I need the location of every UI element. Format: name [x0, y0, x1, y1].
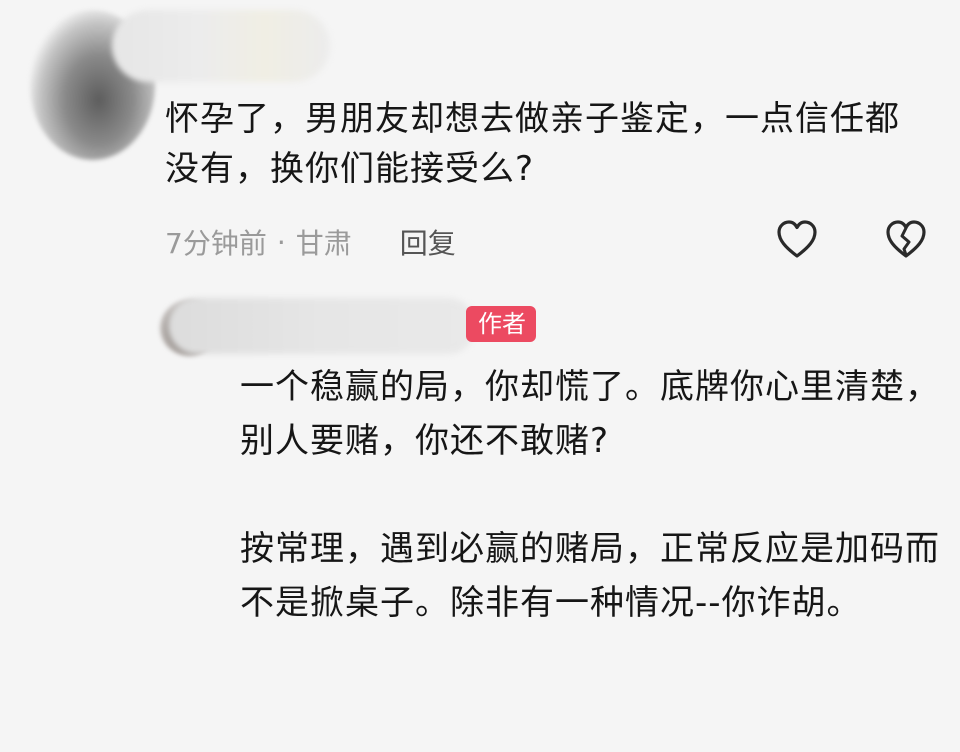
timestamp: 7分钟前	[165, 227, 267, 260]
author-badge: 作者	[466, 306, 536, 342]
location: 甘肃	[295, 227, 352, 260]
heart-icon[interactable]	[775, 218, 819, 262]
reply-username-blurred[interactable]	[168, 298, 476, 354]
separator: ·	[276, 225, 286, 259]
comment-thread: 怀孕了，男朋友却想去做亲子鉴定，一点信任都没有，换你们能接受么? 7分钟前 · …	[0, 0, 960, 752]
username-blurred[interactable]	[112, 10, 330, 82]
reply-paragraph: 按常理，遇到必赢的赌局，正常反应是加码而不是掀桌子。除非有一种情况--你诈胡。	[240, 529, 940, 623]
reply-paragraph: 一个稳赢的局，你却慌了。底牌你心里清楚，别人要赌，你还不敢赌?	[240, 367, 940, 461]
comment-text: 怀孕了，男朋友却想去做亲子鉴定，一点信任都没有，换你们能接受么?	[165, 99, 900, 189]
comment-meta: 7分钟前 · 甘肃 回复	[165, 222, 456, 262]
reply-text: 一个稳赢的局，你却慌了。底牌你心里清楚，别人要赌，你还不敢赌? 按常理，遇到必赢…	[240, 360, 940, 630]
reply-button[interactable]: 回复	[400, 222, 456, 262]
broken-heart-icon[interactable]	[884, 218, 928, 262]
